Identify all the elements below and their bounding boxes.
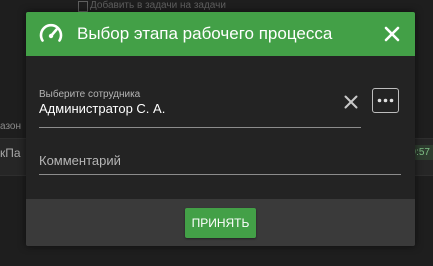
clear-icon — [344, 95, 358, 109]
dialog-title: Выбор этапа рабочего процесса — [77, 24, 333, 43]
accept-button[interactable]: ПРИНЯТЬ — [184, 207, 257, 238]
checkbox-icon — [78, 1, 88, 12]
background-top-text: Добавить в задачи на задачи — [90, 0, 226, 11]
employee-field-label: Выберите сотрудника — [39, 89, 141, 100]
employee-field[interactable]: Администратор С. А. — [39, 101, 165, 116]
speedometer-icon — [38, 21, 64, 47]
background-value-partial: кПа — [0, 146, 21, 160]
dialog-footer: ПРИНЯТЬ — [26, 199, 415, 246]
dialog-body: Выберите сотрудника Администратор С. А. — [26, 56, 415, 199]
employee-field-underline — [39, 127, 361, 128]
workflow-stage-dialog: Выбор этапа рабочего процесса Выберите с… — [26, 12, 415, 246]
dialog-header: Выбор этапа рабочего процесса — [26, 12, 415, 56]
close-button[interactable] — [381, 23, 403, 45]
clear-employee-button[interactable] — [341, 92, 361, 112]
select-employee-more-button[interactable] — [372, 88, 399, 113]
comment-input[interactable] — [39, 146, 401, 175]
more-horizontal-icon — [377, 98, 394, 103]
background-label-partial: азон — [0, 121, 22, 132]
close-icon — [384, 26, 400, 42]
